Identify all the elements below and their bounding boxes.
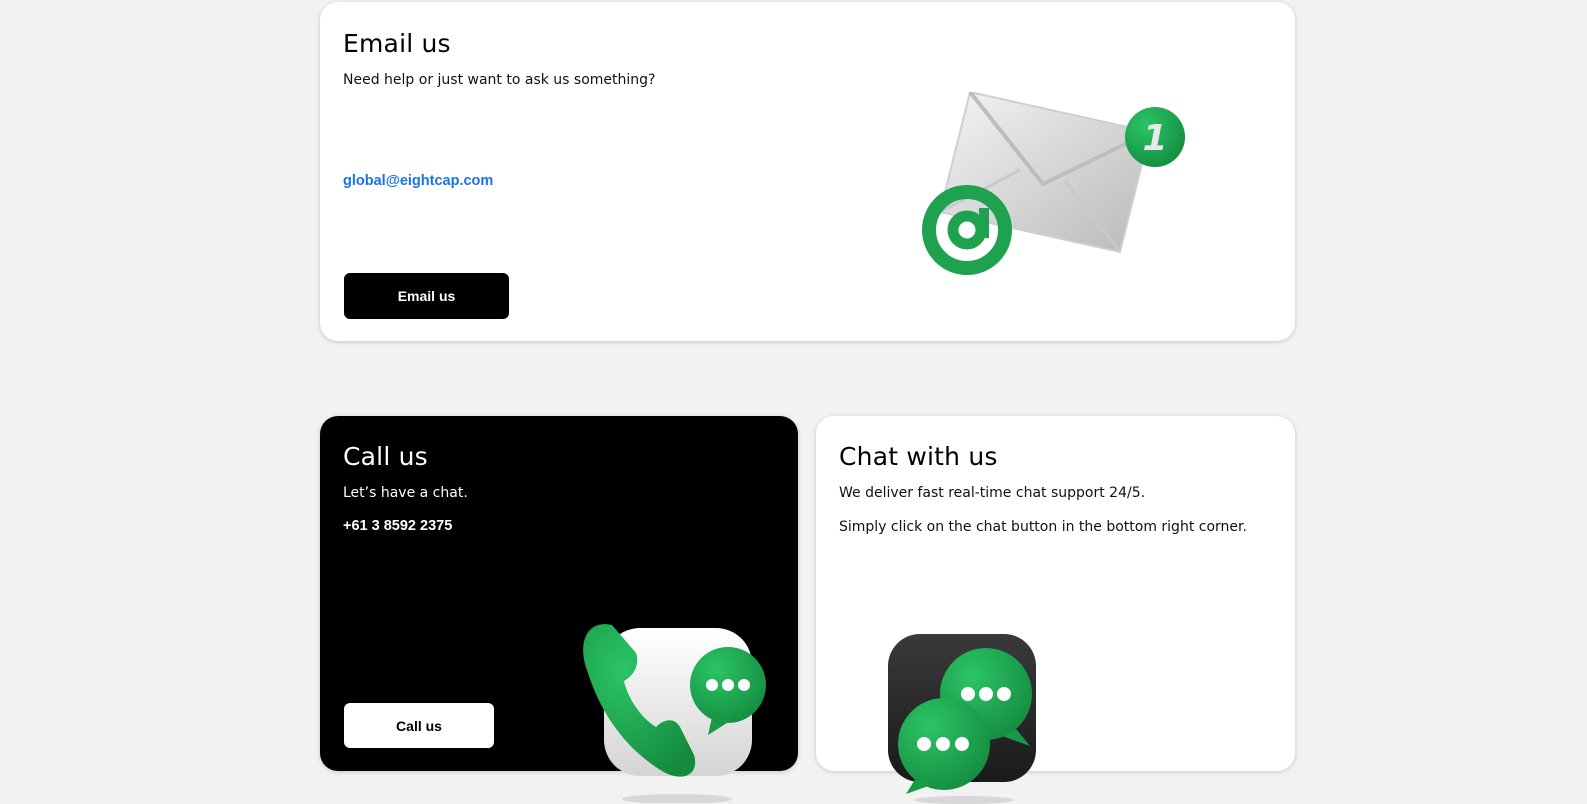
email-card-subtitle: Need help or just want to ask us somethi…: [343, 72, 656, 88]
email-card-title: Email us: [343, 29, 451, 58]
email-card: Email us Need help or just want to ask u…: [320, 2, 1295, 341]
envelope-icon: [938, 92, 1152, 254]
notification-badge-icon: 1: [1125, 107, 1185, 167]
call-card-title: Call us: [343, 442, 428, 471]
call-card: Call us Let’s have a chat. +61 3 8592 23…: [320, 416, 798, 803]
call-us-button[interactable]: Call us: [344, 703, 494, 748]
badge-count: 1: [1142, 118, 1167, 159]
email-us-button[interactable]: Email us: [344, 273, 509, 319]
chat-illustration: [888, 634, 1036, 804]
call-card-subtitle: Let’s have a chat.: [343, 485, 468, 501]
email-address-link[interactable]: global@eightcap.com: [343, 173, 493, 189]
chat-card-line-1: We deliver fast real-time chat support 2…: [839, 485, 1146, 501]
phone-number-link[interactable]: +61 3 8592 2375: [343, 518, 452, 534]
chat-card-title: Chat with us: [839, 442, 998, 471]
chat-card: Chat with us We deliver fast real-time c…: [816, 416, 1295, 804]
envelope-illustration: 1: [922, 92, 1185, 275]
phone-illustration: [583, 624, 766, 803]
chat-card-line-2: Simply click on the chat button in the b…: [839, 519, 1247, 535]
